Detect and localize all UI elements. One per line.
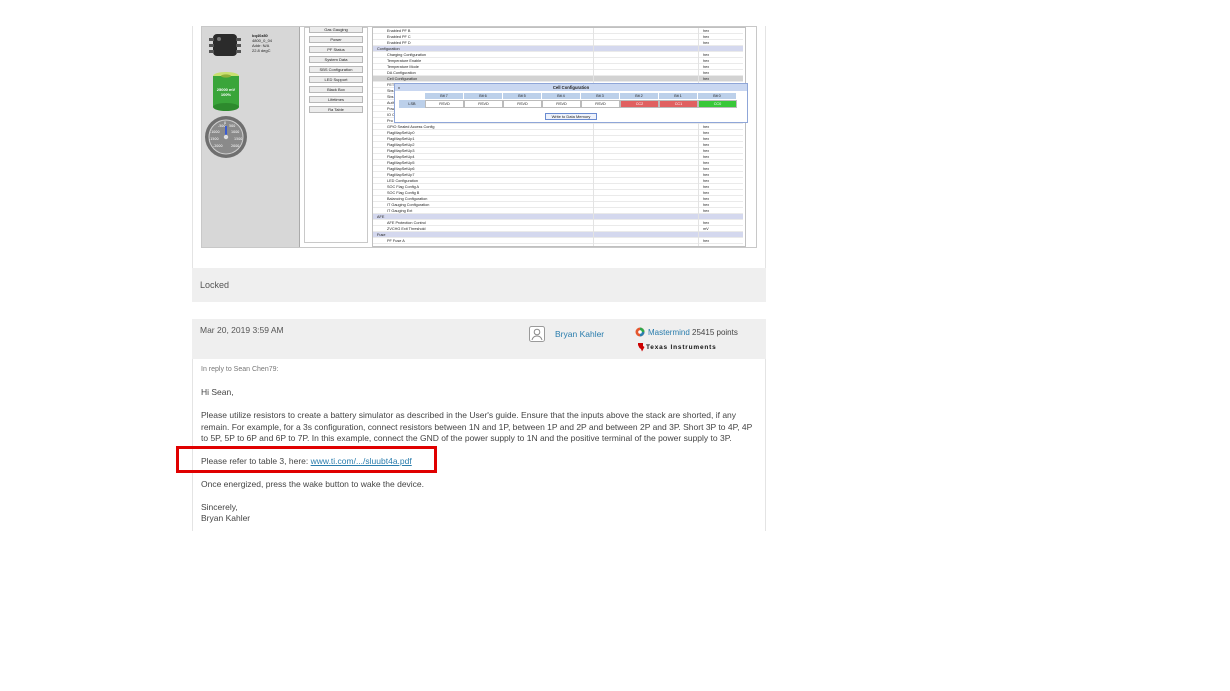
instructions-paragraph: Please utilize resistors to create a bat… (201, 410, 753, 443)
rank-label: Mastermind 25415 points (648, 328, 738, 337)
close-icon: x (398, 85, 400, 90)
screen-nav-panel: Gas Gauging Power PF Status System Data … (304, 27, 368, 243)
bit-value: RSVD (464, 100, 503, 108)
nav-button: LED Support (309, 76, 363, 83)
write-to-data-memory-button: Write to Data Memory (545, 113, 597, 120)
closing: Sincerely, (201, 502, 238, 512)
grid-divider (593, 28, 594, 246)
previous-post-body: bq40z80 4800_0_04 Addr: N/A 22.8 degC 25… (192, 26, 766, 268)
gauge-tick: 0 (224, 121, 226, 125)
gauge-tick: 500 (229, 124, 235, 128)
signature: Bryan Kahler (201, 513, 251, 523)
in-reply-to[interactable]: In reply to Sean Chen79: (201, 366, 278, 373)
bit-header: Bit 7 (425, 93, 464, 99)
nav-button: Ra Table (309, 106, 363, 113)
bit-value: RSVD (425, 100, 464, 108)
author-link[interactable]: Bryan Kahler (555, 329, 604, 339)
embedded-bqstudio-screenshot: bq40z80 4800_0_04 Addr: N/A 22.8 degC 25… (201, 26, 757, 248)
bit-header: Bit 3 (581, 93, 620, 99)
wake-paragraph: Once energized, press the wake button to… (201, 479, 425, 489)
bit-value: CC0 (698, 100, 737, 108)
reply-header: Mar 20, 2019 3:59 AM Bryan Kahler Master… (192, 319, 766, 359)
gauge-tick: 1000 (231, 130, 239, 134)
thread-locked-label: Locked (200, 280, 230, 290)
gauge-tick: -1000 (210, 130, 220, 134)
battery-readout: 25000 mV 100% (214, 87, 238, 97)
reply-body: In reply to Sean Chen79: Hi Sean, Please… (192, 359, 766, 531)
nav-button: PF Status (309, 46, 363, 53)
cell-configuration-dialog: Cell Configuration x Bit 7 Bit 6 Bit 5 Bit … (394, 83, 748, 123)
red-highlight-box (176, 446, 437, 473)
bit-value: CC1 (659, 100, 698, 108)
company-label: Texas Instruments (646, 344, 717, 351)
nav-button: SBS Configuration (309, 66, 363, 73)
nav-button: Gas Gauging (309, 27, 363, 33)
dialog-title: Cell Configuration (395, 84, 747, 91)
texas-instruments-logo-icon (638, 343, 645, 352)
bit-value-row: RSVD RSVD RSVD RSVD RSVD CC2 CC1 CC0 (425, 100, 737, 108)
bit-value: RSVD (542, 100, 581, 108)
gauge-tick: 1500 (234, 137, 242, 141)
bit-header: Bit 4 (542, 93, 581, 99)
bit-value: CC2 (620, 100, 659, 108)
bit-header-row: Bit 7 Bit 6 Bit 5 Bit 4 Bit 3 Bit 2 Bit 1 Bit 0 (425, 93, 737, 99)
bit-header: Bit 0 (698, 93, 737, 99)
nav-button: Lifetimes (309, 96, 363, 103)
bit-value: RSVD (503, 100, 542, 108)
grid-row: PF Fuse A hex (373, 238, 743, 244)
bit-value: RSVD (581, 100, 620, 108)
user-avatar-icon[interactable] (529, 326, 545, 342)
device-panel: bq40z80 4800_0_04 Addr: N/A 22.8 degC 25… (202, 27, 300, 247)
device-temp: 22.8 degC (252, 48, 271, 53)
bit-header: Bit 2 (620, 93, 659, 99)
battery-percent: 100% (220, 91, 232, 97)
gauge-tick: -1500 (209, 137, 219, 141)
grid-divider (698, 28, 699, 246)
nav-button: System Data (309, 56, 363, 63)
gauge-tick: 2000 (231, 144, 239, 148)
reply-post-card: Mar 20, 2019 3:59 AM Bryan Kahler Master… (192, 319, 766, 531)
bit-row-label: LSB (399, 100, 425, 108)
bit-header: Bit 1 (659, 93, 698, 99)
grid-row-unit: hex (703, 239, 710, 243)
current-gauge-icon: -500 500 1000 -1000 -1500 1500 -2000 200… (205, 116, 247, 158)
mastermind-badge-icon (635, 327, 645, 337)
greeting: Hi Sean, (201, 387, 234, 397)
bit-header: Bit 6 (464, 93, 503, 99)
chip-icon (209, 34, 241, 56)
rank-points: 25415 points (692, 328, 738, 337)
data-memory-grid: Enabled PF Bhex Enabled PF Chex Enabled PF… (372, 27, 746, 247)
rank-name: Mastermind (648, 328, 690, 337)
post-timestamp: Mar 20, 2019 3:59 AM (200, 325, 284, 335)
gauge-tick: -2000 (213, 144, 223, 148)
bit-header: Bit 5 (503, 93, 542, 99)
nav-button: Power (309, 36, 363, 43)
grid-row-name: PF Fuse A (387, 239, 405, 243)
nav-button: Black Box (309, 86, 363, 93)
device-info: bq40z80 4800_0_04 Addr: N/A 22.8 degC (252, 33, 272, 53)
previous-post-card: bq40z80 4800_0_04 Addr: N/A 22.8 degC 25… (192, 26, 766, 302)
